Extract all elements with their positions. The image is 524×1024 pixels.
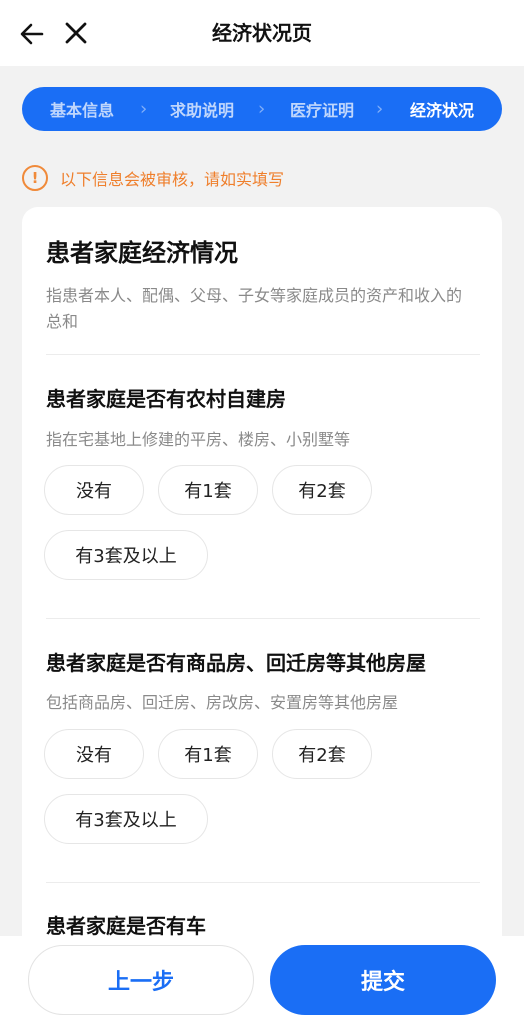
chevron-right-icon: › — [140, 98, 148, 120]
chevron-right-icon: › — [258, 98, 266, 120]
question-title-rural-house: 患者家庭是否有农村自建房 — [46, 387, 286, 411]
option-three-plus-sets[interactable]: 有3套及以上 — [44, 794, 208, 844]
question-desc-commercial-house: 包括商品房、回迁房、房改房、安置房等其他房屋 — [46, 693, 399, 712]
top-bar: 经济状况页 — [0, 0, 524, 66]
warning-icon: ! — [22, 165, 48, 191]
review-notice: ! 以下信息会被审核，请如实填写 — [22, 163, 284, 193]
chevron-right-icon: › — [376, 98, 384, 120]
question-title-car: 患者家庭是否有车 — [46, 914, 206, 938]
card-title: 患者家庭经济情况 — [46, 239, 238, 267]
step-help-description[interactable]: 求助说明 — [142, 97, 262, 121]
step-medical-proof[interactable]: 医疗证明 — [262, 97, 382, 121]
notice-text: 以下信息会被审核，请如实填写 — [60, 170, 285, 189]
option-two-sets[interactable]: 有2套 — [272, 729, 372, 779]
option-none[interactable]: 没有 — [44, 465, 144, 515]
option-two-sets[interactable]: 有2套 — [272, 465, 372, 515]
divider — [46, 618, 480, 619]
option-none[interactable]: 没有 — [44, 729, 144, 779]
divider — [46, 354, 480, 355]
step-basic-info[interactable]: 基本信息 — [22, 97, 142, 121]
option-one-set[interactable]: 有1套 — [158, 729, 258, 779]
card-description: 指患者本人、配偶、父母、子女等家庭成员的资产和收入的总和 — [46, 286, 463, 331]
option-three-plus-sets[interactable]: 有3套及以上 — [44, 530, 208, 580]
financial-info-card: 患者家庭经济情况 指患者本人、配偶、父母、子女等家庭成员的资产和收入的总和 患者… — [22, 207, 502, 1007]
question-desc-rural-house: 指在宅基地上修建的平房、楼房、小别墅等 — [46, 430, 351, 449]
submit-button[interactable]: 提交 — [270, 945, 496, 1015]
previous-step-button[interactable]: 上一步 — [28, 945, 254, 1015]
page-title: 经济状况页 — [212, 21, 312, 45]
option-one-set[interactable]: 有1套 — [158, 465, 258, 515]
question-title-commercial-house: 患者家庭是否有商品房、回迁房等其他房屋 — [46, 651, 426, 675]
divider — [46, 882, 480, 883]
step-financial-status[interactable]: 经济状况 — [382, 97, 502, 121]
